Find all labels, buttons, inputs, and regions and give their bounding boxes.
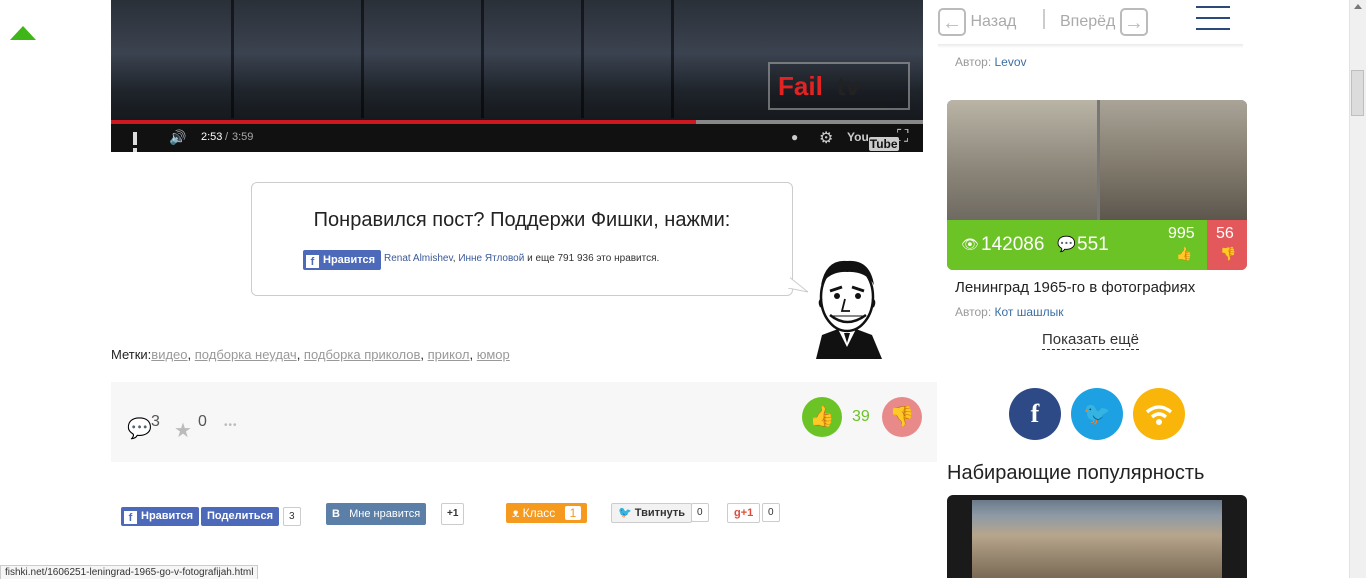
scroll-up-arrow-icon[interactable] (1354, 4, 1362, 9)
arrow-left-icon: ← (938, 8, 966, 36)
video-player[interactable]: Fail tv 🔊 2:53 / 3:59 ● ⚙ You Tube ⛶ (111, 0, 923, 152)
tag-link[interactable]: видео (151, 347, 187, 362)
post-card-image[interactable]: 👁 142086 💬 551 995 👍 56 👎 (947, 100, 1247, 270)
post-photo-right (1100, 100, 1247, 220)
facebook-icon: f (306, 255, 319, 268)
volume-icon[interactable]: 🔊 (169, 129, 186, 146)
author-link[interactable]: Кот шашлык (995, 305, 1064, 319)
popular-post-image[interactable] (947, 495, 1247, 578)
watch-later-icon[interactable]: ● (791, 130, 798, 144)
nav-separator (1043, 9, 1045, 29)
video-duration: 3:59 (232, 131, 254, 143)
post-likes: 995 (1168, 225, 1195, 242)
ok-class-count: 1 (564, 506, 582, 520)
favorite-count[interactable]: 0 (198, 413, 207, 431)
header-shadow (938, 44, 1243, 48)
video-time-separator: / (225, 131, 229, 143)
status-bar-url: fishki.net/1606251-leningrad-1965-go-v-f… (0, 565, 259, 579)
odnoklassniki-icon: ᴥ (512, 506, 520, 520)
post-tags: Метки:видео, подборка неудач, подборка п… (111, 347, 510, 362)
post-card-author: Автор: Кот шашлык (955, 305, 1064, 319)
pause-icon[interactable] (133, 132, 145, 152)
post-card-dislikes: 56 👎 (1207, 220, 1247, 270)
video-watermark: Fail tv (768, 62, 910, 110)
friend-link-1[interactable]: Renat Almishev (384, 253, 453, 264)
rss-icon[interactable] (1133, 388, 1185, 440)
author-link[interactable]: Levov (995, 55, 1027, 69)
post-author: Автор: Levov (955, 55, 1027, 69)
comment-icon: 💬 (1057, 236, 1076, 253)
facebook-like-button[interactable]: f Нравится (303, 250, 382, 270)
tag-link[interactable]: подборка приколов (304, 347, 420, 362)
scrollbar-thumb[interactable] (1351, 70, 1364, 116)
google-plus-count: 0 (762, 503, 780, 522)
post-dislikes: 56 (1216, 225, 1234, 242)
tags-label: Метки: (111, 347, 152, 362)
more-options-icon[interactable]: ••• (224, 420, 238, 431)
comment-icon[interactable]: 💬 (127, 416, 152, 441)
nav-back-button[interactable]: ← Назад (938, 8, 1016, 36)
twitter-bird-icon: 🐦 (618, 507, 632, 519)
fullscreen-icon[interactable]: ⛶ (897, 128, 908, 146)
comment-count[interactable]: 3 (151, 413, 160, 431)
facebook-icon: f (124, 511, 137, 524)
scroll-up-icon[interactable] (10, 26, 36, 40)
vk-like-count: +1 (441, 503, 465, 525)
fb-share-button[interactable]: Поделиться (201, 507, 280, 526)
thumbs-up-button[interactable]: 👍 (802, 397, 842, 437)
facebook-icon[interactable]: f (1009, 388, 1061, 440)
thumbs-down-icon: 👎 (1220, 246, 1237, 261)
twitter-icon[interactable]: 🐦 (1071, 388, 1123, 440)
friend-link-2[interactable]: Инне Ятловой (458, 253, 524, 264)
like-prompt-box: Понравился пост? Поддержи Фишки, нажми: … (251, 182, 793, 296)
vk-icon: В (332, 508, 340, 520)
facebook-like-social-text: Renat Almishev, Инне Ятловой и еще 791 9… (384, 253, 660, 264)
thumbs-up-icon: 👍 (1176, 246, 1193, 261)
tag-link[interactable]: прикол (428, 347, 470, 362)
like-count: 39 (852, 408, 870, 425)
video-controls: 🔊 2:53 / 3:59 ● ⚙ You Tube ⛶ (111, 124, 923, 152)
tweet-button[interactable]: 🐦 Твитнуть (611, 503, 693, 523)
mascot-face-icon (816, 260, 882, 359)
thumbs-down-button[interactable]: 👎 (882, 397, 922, 437)
popular-section-title: Набирающие популярность (947, 462, 1205, 484)
tag-link[interactable]: юмор (477, 347, 510, 362)
menu-icon[interactable] (1196, 6, 1230, 32)
tweet-count: 0 (691, 503, 709, 522)
youtube-logo-icon[interactable]: You Tube (847, 130, 899, 151)
nav-forward-button[interactable]: Вперёд → (1060, 8, 1148, 36)
post-photo-left (947, 100, 1097, 220)
google-plus-icon: g (734, 507, 741, 519)
google-plus-button[interactable]: g+1 (727, 503, 761, 523)
fb-share-like-button[interactable]: f Нравится (121, 507, 200, 526)
eye-icon: 👁 (961, 236, 979, 252)
post-comments: 551 (1077, 234, 1109, 255)
tag-link[interactable]: подборка неудач (195, 347, 297, 362)
star-icon[interactable]: ★ (174, 418, 192, 443)
video-current-time: 2:53 (201, 131, 223, 143)
arrow-right-icon: → (1119, 8, 1148, 36)
fb-share-count: 3 (283, 507, 301, 526)
speech-bubble-tail (788, 276, 808, 293)
post-views: 142086 (981, 234, 1045, 255)
gear-icon[interactable]: ⚙ (819, 128, 833, 148)
show-more-link[interactable]: Показать ещё (1042, 331, 1139, 350)
like-prompt-title: Понравился пост? Поддержи Фишки, нажми: (313, 209, 731, 231)
post-stats-bar: 💬 3 ★ 0 ••• 👍 39 👎 (111, 382, 937, 462)
ok-class-button[interactable]: ᴥ Класс 1 (506, 503, 588, 523)
post-card-title[interactable]: Ленинград 1965-го в фотографиях (955, 279, 1195, 296)
vk-like-button[interactable]: В Мне нравится (326, 503, 427, 525)
post-card-stats: 👁 142086 💬 551 995 👍 (947, 220, 1207, 270)
